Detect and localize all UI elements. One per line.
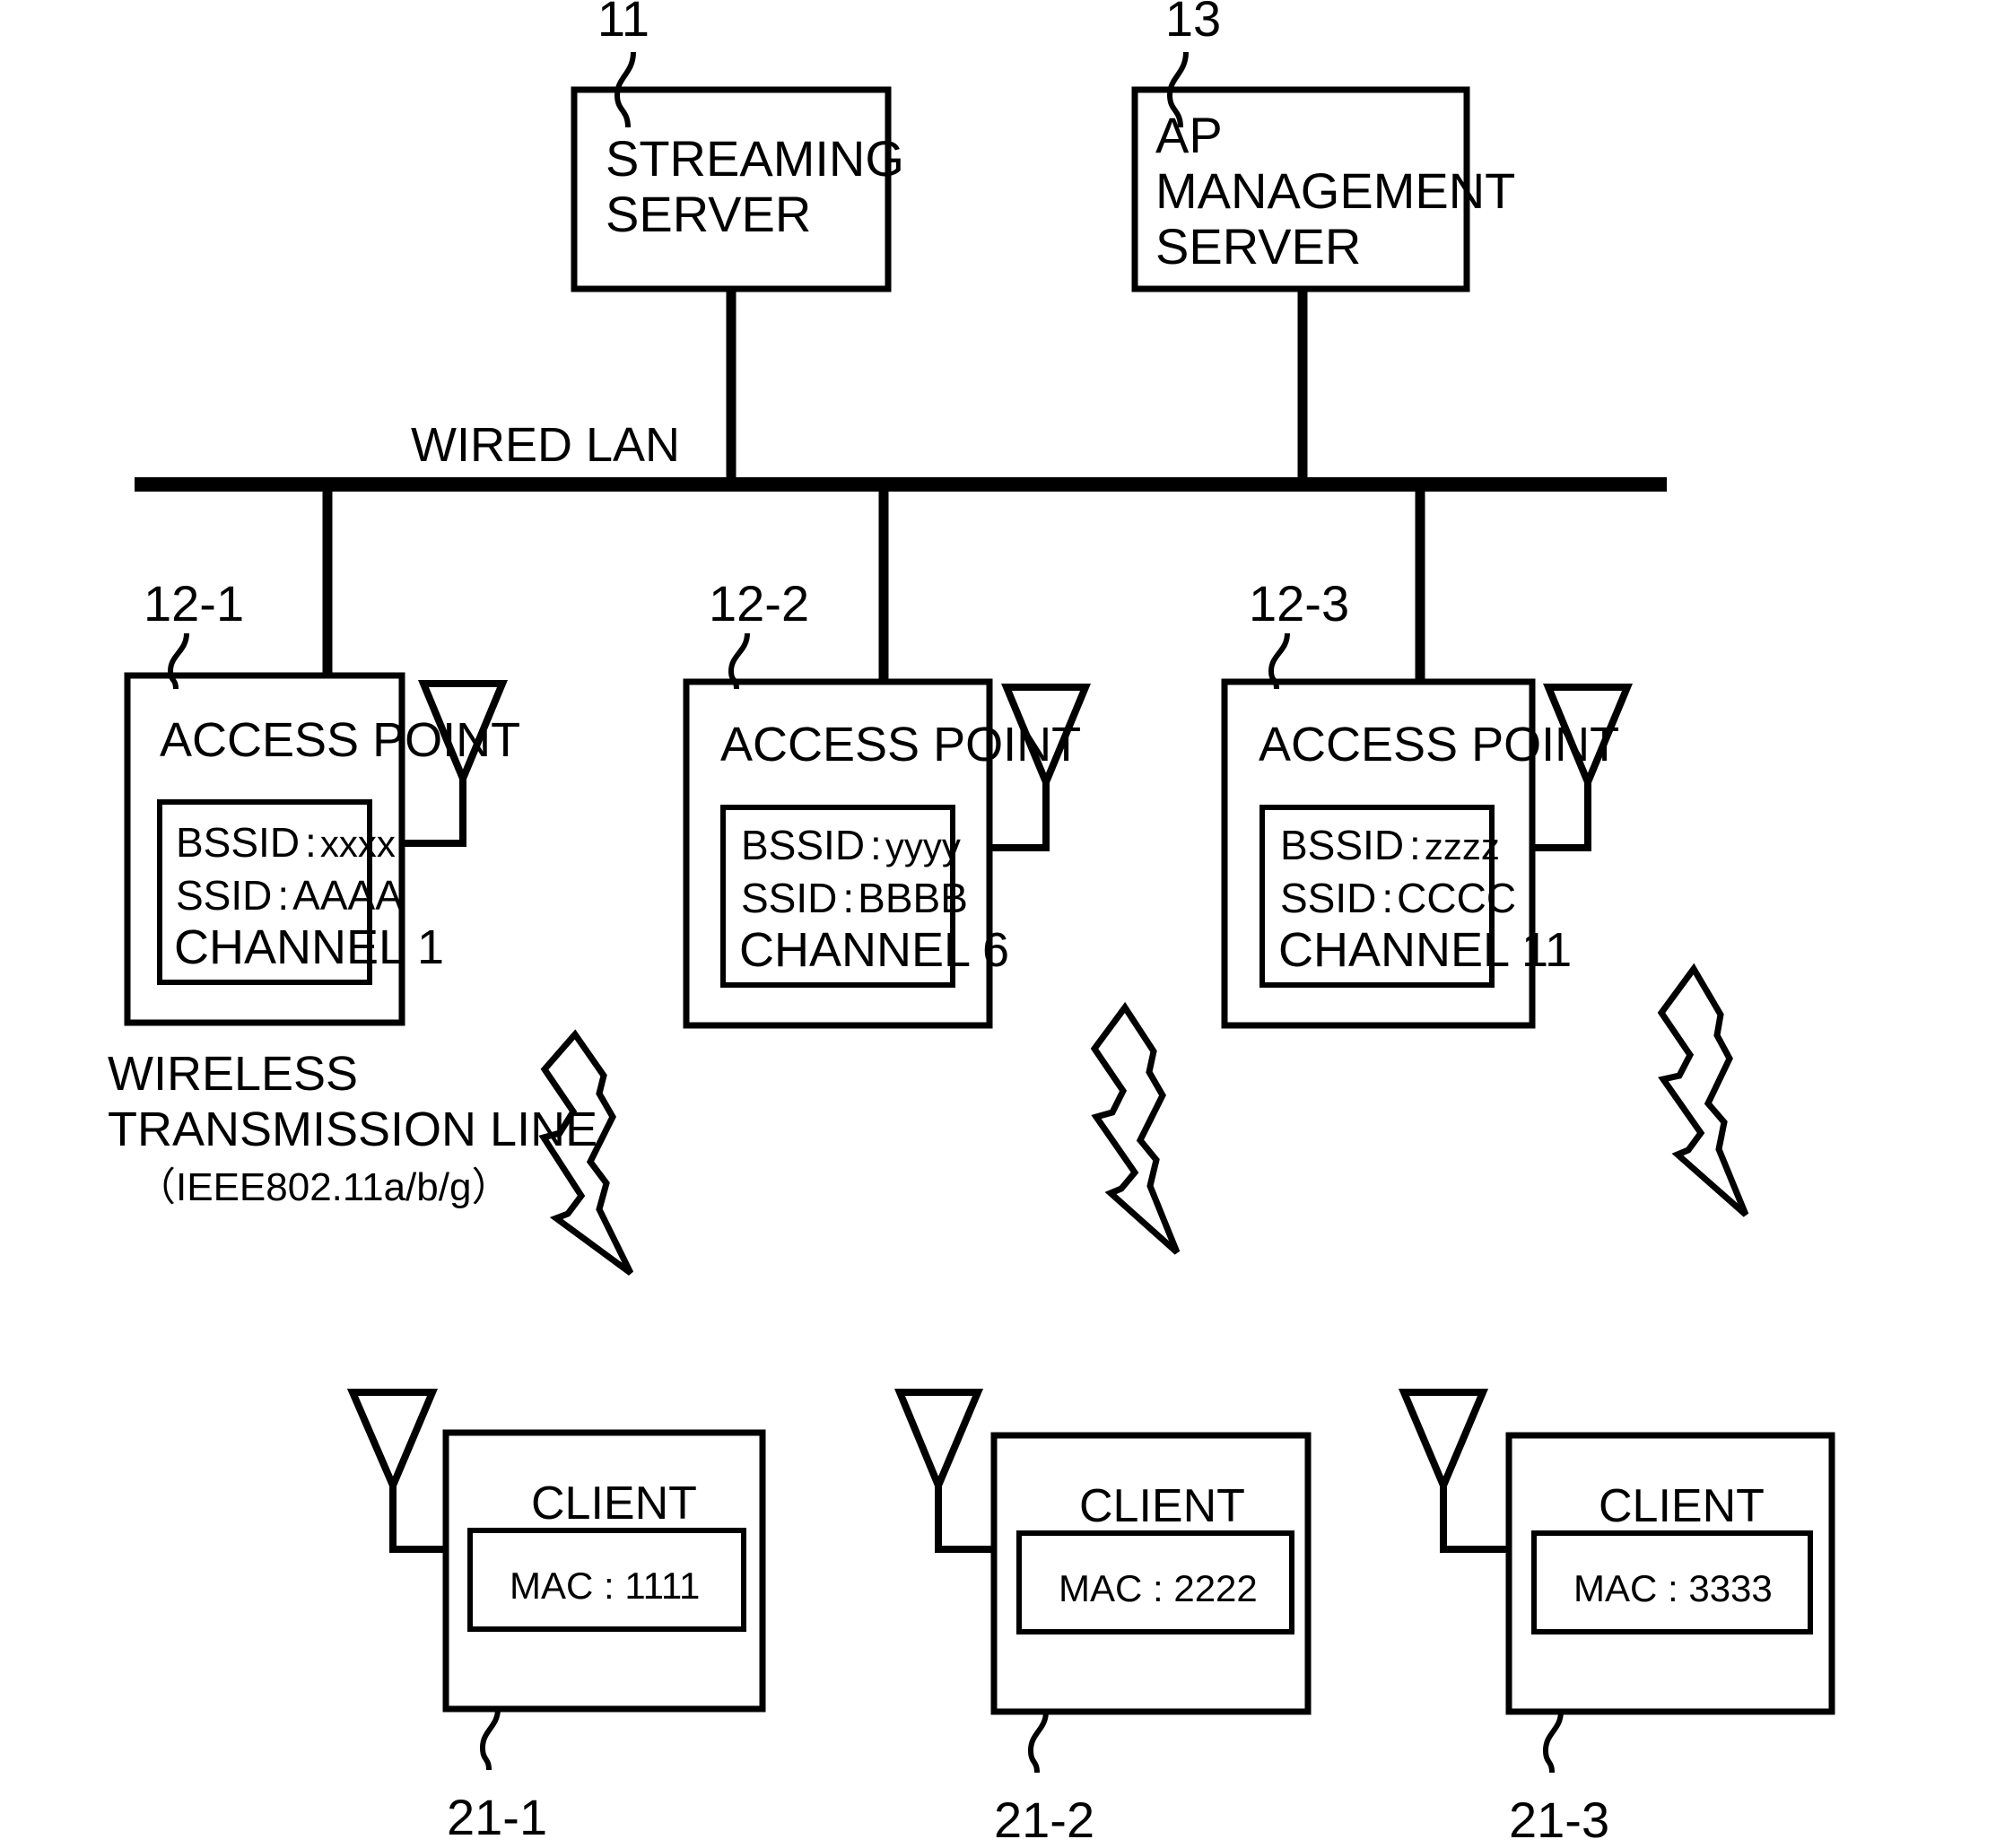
wireless-link-bolt-3 xyxy=(1657,963,1749,1217)
client-3-antenna-lead xyxy=(1440,1486,1509,1553)
client-2-antenna-icon xyxy=(894,1389,984,1495)
access-point-2-channel: CHANNEL 6 xyxy=(739,923,1009,977)
ap2-ssid-sep: : xyxy=(842,875,854,921)
ap1-bssid-label: BSSID xyxy=(176,819,300,866)
ref-numeral-12-2: 12-2 xyxy=(709,575,809,632)
ap-management-server-label-line2: MANAGEMENT xyxy=(1155,162,1515,219)
ap3-bssid-label: BSSID xyxy=(1280,822,1404,868)
access-point-3-channel: CHANNEL 11 xyxy=(1278,923,1572,977)
client-2-node: CLIENT MAC : 2222 21-2 xyxy=(894,1389,1312,1848)
access-point-3-ssid: SSID:CCCC xyxy=(1280,875,1516,921)
client-3-title: CLIENT xyxy=(1599,1480,1765,1532)
ref-numeral-12-1: 12-1 xyxy=(144,575,244,632)
leader-line-21-3 xyxy=(1542,1711,1564,1774)
leader-line-21-2 xyxy=(1027,1711,1049,1774)
streaming-server-node: 11 STREAMING SERVER xyxy=(571,0,904,477)
client-1-antenna-icon xyxy=(346,1389,439,1495)
access-point-2-antenna-lead xyxy=(989,782,1050,851)
client-1-node: CLIENT MAC : 1111 21-1 xyxy=(346,1389,766,1845)
ap1-bssid-value: xxxx xyxy=(320,823,396,865)
wireless-label-line2: TRANSMISSION LINE xyxy=(108,1103,597,1156)
client-3-antenna-icon xyxy=(1398,1389,1489,1495)
ref-numeral-12-3: 12-3 xyxy=(1249,575,1349,632)
client-1-antenna-lead xyxy=(389,1486,446,1553)
ref-numeral-21-3: 21-3 xyxy=(1509,1791,1609,1848)
wireless-label-line1: WIRELESS xyxy=(108,1047,358,1101)
ap-management-server-label-line3: SERVER xyxy=(1155,218,1361,275)
access-point-3-antenna-lead xyxy=(1532,782,1591,851)
ref-numeral-21-1: 21-1 xyxy=(447,1789,547,1845)
ap2-bssid-value: yyyy xyxy=(885,825,961,867)
ap3-bssid-value: zzzz xyxy=(1425,825,1500,867)
ap1-ssid-label: SSID xyxy=(176,872,272,919)
ap3-ssid-label: SSID xyxy=(1280,875,1376,921)
ap1-ssid-value: AAAA xyxy=(292,872,403,919)
ap3-ssid-value: CCCC xyxy=(1397,875,1516,921)
lightning-bolt-icon-3 xyxy=(1657,963,1749,1217)
client-2-mac: MAC : 2222 xyxy=(1059,1567,1258,1609)
wired-lan-label: WIRED LAN xyxy=(411,418,680,472)
access-point-3-bssid: BSSID:zzzz xyxy=(1280,822,1500,868)
ref-numeral-21-2: 21-2 xyxy=(994,1791,1094,1848)
ref-numeral-11: 11 xyxy=(597,0,649,47)
streaming-server-label-line2: SERVER xyxy=(606,186,811,242)
streaming-server-label-line1: STREAMING xyxy=(606,130,904,187)
access-point-2-bssid: BSSID:yyyy xyxy=(741,822,961,868)
ap2-bssid-sep: : xyxy=(870,822,882,868)
client-2-antenna-lead xyxy=(935,1486,994,1553)
lightning-bolt-icon-2 xyxy=(1090,1001,1181,1255)
ap1-bssid-sep: : xyxy=(305,819,317,866)
wireless-link-bolt-2 xyxy=(1090,1001,1181,1255)
ap2-ssid-value: BBBB xyxy=(858,875,968,921)
access-point-1-title: ACCESS POINT xyxy=(160,713,520,767)
wireless-label-standard: （IEEE802.11a/b/g） xyxy=(136,1165,510,1209)
client-3-mac: MAC : 3333 xyxy=(1573,1567,1773,1609)
wireless-transmission-line-label: WIRELESS TRANSMISSION LINE （IEEE802.11a/… xyxy=(108,1047,597,1209)
ap2-bssid-label: BSSID xyxy=(741,822,865,868)
patent-figure-canvas: 11 STREAMING SERVER 13 AP MANAGEMENT SER… xyxy=(0,0,1996,1848)
access-point-1-bssid: BSSID:xxxx xyxy=(176,819,396,866)
ap3-ssid-sep: : xyxy=(1382,875,1393,921)
ap-management-server-node: 13 AP MANAGEMENT SERVER xyxy=(1131,0,1515,477)
wired-lan-backbone: WIRED LAN xyxy=(135,418,1667,492)
ap1-ssid-sep: : xyxy=(277,872,289,919)
client-1-mac: MAC : 1111 xyxy=(510,1565,700,1607)
client-3-node: CLIENT MAC : 3333 21-3 xyxy=(1398,1389,1835,1848)
access-point-3-node: 12-3 ACCESS POINT BSSID:zzzz SSID:CCCC C… xyxy=(1221,575,1633,1029)
client-2-title: CLIENT xyxy=(1079,1480,1245,1532)
ap2-ssid-label: SSID xyxy=(741,875,837,921)
ap3-bssid-sep: : xyxy=(1409,822,1421,868)
network-topology-diagram: 11 STREAMING SERVER 13 AP MANAGEMENT SER… xyxy=(108,0,1835,1848)
ref-numeral-13: 13 xyxy=(1165,0,1221,47)
leader-line-21-1 xyxy=(479,1708,501,1771)
access-point-2-ssid: SSID:BBBB xyxy=(741,875,968,921)
ap-management-server-label-line1: AP xyxy=(1155,107,1223,163)
leader-line-12-1 xyxy=(167,632,189,690)
client-1-title: CLIENT xyxy=(531,1478,697,1530)
access-point-1-channel: CHANNEL 1 xyxy=(174,920,444,974)
access-point-1-antenna-lead xyxy=(402,779,466,847)
access-point-1-ssid: SSID:AAAA xyxy=(176,872,403,919)
